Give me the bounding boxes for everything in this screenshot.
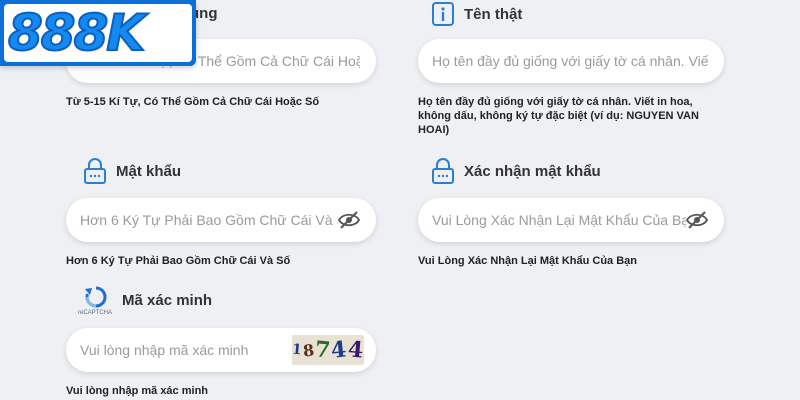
captcha-label-row: Mã xác minh [122, 292, 212, 309]
password-field[interactable] [66, 198, 376, 242]
lock-icon [432, 158, 454, 184]
realname-field[interactable] [418, 39, 724, 83]
captcha-input[interactable] [80, 342, 292, 358]
logo-text: 888K [7, 3, 146, 63]
recaptcha-badge-text: reCAPTCHA [78, 310, 113, 316]
confirm-password-hint: Vui Lòng Xác Nhận Lại Mật Khẩu Của Bạn [418, 255, 638, 267]
captcha-image[interactable]: 18744 [291, 335, 366, 365]
captcha-hint: Vui lòng nhập mã xác minh [66, 385, 209, 397]
captcha-label: Mã xác minh [122, 292, 213, 309]
realname-hint-line: Họ tên đầy đủ giống với giấy tờ cá nhân.… [418, 96, 693, 108]
password-hint: Hơn 6 Ký Tự Phải Bao Gồm Chữ Cái Và Số [66, 255, 291, 267]
brand-logo[interactable]: 888K [0, 0, 196, 66]
realname-hint-line: không dấu, không ký tự đặc biệt (ví dụ: … [418, 110, 699, 122]
eye-off-icon[interactable] [338, 209, 360, 231]
confirm-password-input[interactable] [432, 212, 686, 228]
eye-off-icon[interactable] [686, 209, 708, 231]
captcha-char: 4 [346, 336, 366, 364]
realname-hint: Họ tên đầy đủ giống với giấy tờ cá nhân.… [418, 95, 699, 137]
realname-input[interactable] [432, 53, 708, 69]
realname-label: Tên thật [464, 5, 523, 23]
realname-hint-line: HOAI) [418, 124, 450, 136]
realname-label-row: Tên thật [432, 2, 522, 26]
password-label-row: Mật khẩu [84, 158, 181, 184]
confirm-password-field[interactable] [418, 198, 724, 242]
lock-icon [84, 158, 106, 184]
password-label: Mật khẩu [116, 162, 182, 180]
password-input[interactable] [80, 212, 338, 228]
recaptcha-badge: reCAPTCHA [78, 285, 114, 319]
recaptcha-icon [84, 285, 108, 309]
info-icon [432, 2, 454, 26]
confirm-password-label-row: Xác nhận mật khẩu [432, 158, 601, 184]
confirm-password-label: Xác nhận mật khẩu [464, 162, 601, 180]
username-hint: Từ 5-15 Kí Tự, Có Thể Gồm Cả Chữ Cái Hoặ… [66, 96, 320, 108]
captcha-field[interactable]: 18744 [66, 328, 376, 372]
